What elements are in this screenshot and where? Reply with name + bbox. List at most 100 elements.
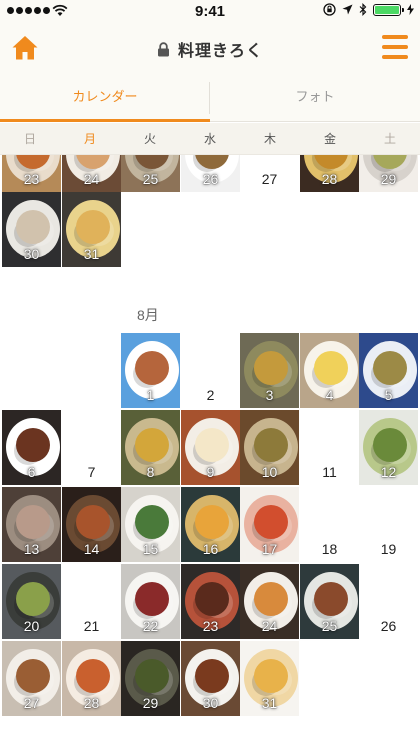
photo-food [16, 582, 50, 616]
calendar-day-number: 15 [142, 541, 159, 557]
calendar-day-photo[interactable]: 9 [181, 410, 240, 485]
calendar-day-number: 23 [202, 618, 219, 634]
calendar-day-number: 9 [206, 464, 215, 480]
calendar-day-number: 13 [23, 541, 40, 557]
calendar-day-empty[interactable]: 27 [240, 155, 299, 192]
calendar-day-number: 24 [83, 171, 100, 187]
battery-icon [373, 3, 404, 16]
calendar-day-photo[interactable]: 29 [359, 155, 418, 192]
calendar-day-photo[interactable]: 31 [240, 641, 299, 716]
calendar-day-number: 1 [146, 387, 155, 403]
calendar-day-number: 20 [23, 618, 40, 634]
calendar-day-photo[interactable]: 22 [121, 564, 180, 639]
calendar-day-photo[interactable]: 6 [2, 410, 61, 485]
photo-food [76, 210, 110, 244]
photo-food [16, 428, 50, 462]
calendar-day-photo[interactable]: 27 [2, 641, 61, 716]
calendar-day-photo[interactable]: 26 [181, 155, 240, 192]
calendar-day-number: 11 [322, 464, 337, 480]
photo-food [254, 428, 288, 462]
calendar-day-photo[interactable]: 28 [300, 155, 359, 192]
weekday-fri: 金 [323, 132, 336, 146]
navigation-bar: 料理きろく [0, 22, 420, 74]
calendar-day-photo[interactable]: 30 [181, 641, 240, 716]
calendar-day-photo[interactable]: 17 [240, 487, 299, 562]
calendar-day-number: 30 [202, 695, 219, 711]
weekday-tue: 火 [143, 132, 156, 146]
calendar-day-number: 28 [83, 695, 100, 711]
calendar-day-photo[interactable]: 25 [300, 564, 359, 639]
status-bar: 9:41 [0, 0, 420, 22]
weekday-wed: 水 [203, 132, 216, 146]
photo-food [135, 505, 169, 539]
calendar-day-empty[interactable]: 21 [62, 564, 121, 639]
calendar-day-number: 26 [202, 171, 219, 187]
calendar-day-photo[interactable]: 25 [121, 155, 180, 192]
calendar-day-number: 29 [142, 695, 159, 711]
calendar-day-number: 14 [83, 541, 100, 557]
calendar-day-number: 18 [321, 541, 338, 557]
calendar-day-number: 17 [261, 541, 278, 557]
photo-food [16, 505, 50, 539]
calendar-day-photo[interactable]: 1 [121, 333, 180, 408]
bluetooth-icon [359, 3, 367, 16]
calendar-day-photo[interactable]: 4 [300, 333, 359, 408]
calendar-day-empty[interactable]: 19 [359, 487, 418, 562]
calendar-day-number: 8 [146, 464, 155, 480]
calendar-day-empty[interactable]: 11 [300, 410, 359, 485]
menu-icon[interactable] [382, 35, 408, 59]
weekday-sun: 日 [23, 132, 36, 146]
photo-food [314, 351, 348, 385]
photo-food [76, 659, 110, 693]
calendar-day-photo[interactable]: 5 [359, 333, 418, 408]
photo-food [195, 428, 229, 462]
tab-divider [209, 82, 210, 114]
photo-food [373, 428, 407, 462]
photo-food [254, 351, 288, 385]
page-title: 料理きろく [177, 43, 263, 60]
calendar-day-photo[interactable]: 23 [181, 564, 240, 639]
photo-food [254, 659, 288, 693]
location-arrow-icon [342, 4, 353, 15]
tab-calendar[interactable]: カレンダー [0, 74, 210, 122]
calendar-day-number: 19 [380, 541, 397, 557]
calendar-day-number: 27 [261, 171, 278, 187]
calendar-day-number: 23 [23, 171, 40, 187]
calendar-day-photo[interactable]: 30 [2, 192, 61, 267]
calendar-grid[interactable]: 8月 23 24 25 26 27 28 29 30 31 1 2 3 4 5 6 7 8 9 10 11 12 13 14… [0, 155, 420, 750]
calendar-day-photo[interactable]: 16 [181, 487, 240, 562]
orientation-lock-icon [323, 3, 336, 16]
tab-photo[interactable]: フォト [210, 74, 420, 121]
calendar-day-photo[interactable]: 24 [240, 564, 299, 639]
calendar-day-number: 10 [261, 464, 278, 480]
calendar-day-photo[interactable]: 23 [2, 155, 61, 192]
photo-food [314, 582, 348, 616]
weekday-header: 日 月 火 水 木 金 土 [0, 123, 420, 155]
calendar-day-photo[interactable]: 20 [2, 564, 61, 639]
calendar-day-empty[interactable]: 26 [359, 564, 418, 639]
calendar-day-empty[interactable]: 2 [181, 333, 240, 408]
photo-food [195, 505, 229, 539]
calendar-day-number: 3 [265, 387, 274, 403]
lock-icon [157, 41, 169, 56]
calendar-day-number: 29 [380, 171, 397, 187]
calendar-day-number: 31 [261, 695, 278, 711]
calendar-day-photo[interactable]: 10 [240, 410, 299, 485]
calendar-day-photo[interactable]: 28 [62, 641, 121, 716]
weekday-thu: 木 [263, 132, 276, 146]
calendar-day-number: 6 [27, 464, 36, 480]
calendar-day-photo[interactable]: 29 [121, 641, 180, 716]
calendar-day-empty[interactable]: 18 [300, 487, 359, 562]
calendar-day-photo[interactable]: 24 [62, 155, 121, 192]
calendar-day-photo[interactable]: 12 [359, 410, 418, 485]
photo-food [195, 659, 229, 693]
calendar-day-photo[interactable]: 8 [121, 410, 180, 485]
calendar-day-photo[interactable]: 31 [62, 192, 121, 267]
calendar-day-photo[interactable]: 3 [240, 333, 299, 408]
calendar-day-number: 24 [261, 618, 278, 634]
calendar-day-number: 7 [87, 464, 96, 480]
calendar-day-photo[interactable]: 13 [2, 487, 61, 562]
calendar-day-photo[interactable]: 14 [62, 487, 121, 562]
calendar-day-empty[interactable]: 7 [62, 410, 121, 485]
calendar-day-photo[interactable]: 15 [121, 487, 180, 562]
